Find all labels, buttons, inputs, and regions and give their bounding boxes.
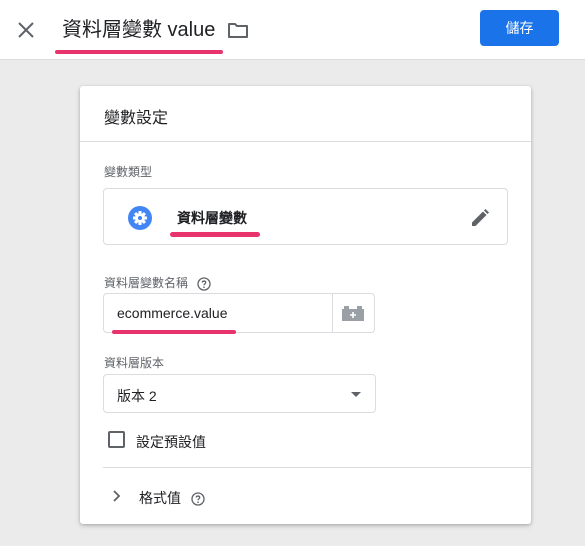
data-layer-name-input[interactable] xyxy=(104,294,333,332)
format-value-label: 格式值 xyxy=(139,490,181,506)
format-value-label-row: 格式值 xyxy=(139,488,205,508)
variable-picker-icon[interactable] xyxy=(333,294,374,332)
chevron-right-icon xyxy=(113,490,121,502)
data-layer-version-label: 資料層版本 xyxy=(104,356,165,370)
data-layer-version-select[interactable]: 版本 2 xyxy=(103,374,376,413)
card-header: 變數設定 xyxy=(80,86,531,142)
default-value-checkbox[interactable] xyxy=(108,431,125,448)
top-bar: 資料層變數 value 儲存 xyxy=(0,0,585,60)
folder-icon[interactable] xyxy=(226,18,250,42)
default-value-label[interactable]: 設定預設值 xyxy=(136,432,206,452)
section-divider xyxy=(103,467,531,468)
title-highlight xyxy=(55,50,223,54)
save-button[interactable]: 儲存 xyxy=(480,10,559,46)
variable-type-label: 變數類型 xyxy=(104,165,153,179)
variable-type-box[interactable]: 資料層變數 xyxy=(103,188,508,245)
type-highlight xyxy=(170,232,260,237)
pencil-icon[interactable] xyxy=(468,206,492,230)
format-value-toggle[interactable]: 格式值 xyxy=(104,484,404,508)
variable-config-card: 變數設定 變數類型 資料層變數 資料層變數名稱 ecommerce.value … xyxy=(80,86,531,524)
page-title[interactable]: 資料層變數 value xyxy=(62,16,215,44)
data-layer-version-value: 版本 2 xyxy=(117,388,157,404)
help-icon[interactable] xyxy=(191,492,205,506)
data-layer-name-field xyxy=(103,293,375,334)
gear-icon xyxy=(128,206,152,230)
data-layer-name-label-row: 資料層變數名稱 xyxy=(104,274,212,291)
variable-type-name: 資料層變數 xyxy=(177,210,247,226)
name-highlight xyxy=(112,330,236,334)
help-icon[interactable] xyxy=(197,277,212,291)
card-title: 變數設定 xyxy=(104,110,169,127)
dropdown-arrow-icon xyxy=(351,392,361,397)
close-icon[interactable] xyxy=(14,18,38,42)
data-layer-name-label: 資料層變數名稱 xyxy=(104,276,189,290)
